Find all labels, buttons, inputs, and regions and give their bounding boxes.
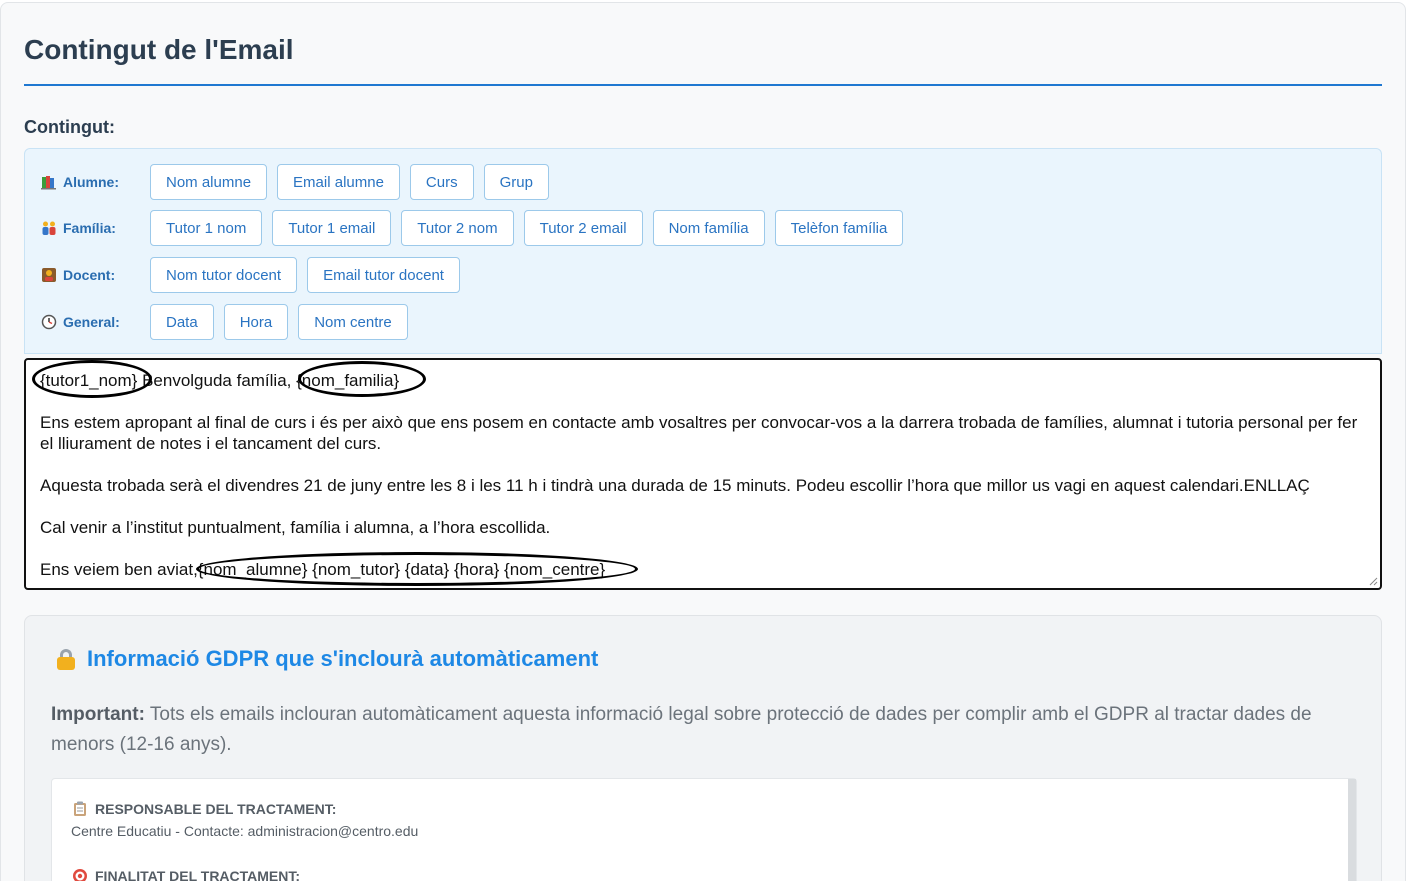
gdpr-section-finalitat: FINALITAT DEL TRACTAMENT: — [72, 868, 300, 881]
insert-data-button[interactable]: Data — [150, 304, 214, 340]
docent-buttons: Nom tutor docent Email tutor docent — [150, 257, 460, 293]
general-buttons: Data Hora Nom centre — [150, 304, 408, 340]
editor-line-intro: Ens estem apropant al final de curs i és… — [40, 413, 1358, 453]
editor-line-meeting: Aquesta trobada serà el divendres 21 de … — [40, 476, 1310, 495]
alumne-buttons: Nom alumne Email alumne Curs Grup — [150, 164, 549, 200]
resize-handle-icon[interactable] — [1368, 576, 1378, 586]
clock-icon — [41, 314, 57, 330]
teacher-icon — [41, 267, 57, 283]
group-label-general: General: — [63, 314, 120, 330]
clipboard-icon — [72, 801, 88, 817]
group-label-docent: Docent: — [63, 267, 116, 283]
group-label-alumne: Alumne: — [63, 174, 119, 190]
content-label: Contingut: — [24, 117, 115, 137]
insert-email-tutor-docent-button[interactable]: Email tutor docent — [307, 257, 460, 293]
gdpr-section-responsable: RESPONSABLE DEL TRACTAMENT: — [72, 801, 336, 817]
insert-telefon-familia-button[interactable]: Telèfon família — [774, 210, 904, 246]
insert-tutor1-nom-button[interactable]: Tutor 1 nom — [150, 210, 263, 246]
books-icon — [41, 174, 57, 190]
editor-line-closing: Ens veiem ben aviat,{nom_alumne} {nom_tu… — [40, 560, 606, 579]
gdpr-info-card: Informació GDPR que s'inclourà automàtic… — [24, 615, 1382, 881]
gdpr-title: Informació GDPR que s'inclourà automàtic… — [87, 646, 599, 671]
familia-buttons: Tutor 1 nom Tutor 1 email Tutor 2 nom Tu… — [150, 210, 904, 246]
page-title: Contingut de l'Email — [24, 34, 294, 65]
lock-icon — [55, 648, 77, 670]
insert-tutor1-email-button[interactable]: Tutor 1 email — [272, 210, 392, 246]
insert-tutor2-nom-button[interactable]: Tutor 2 nom — [401, 210, 514, 246]
insert-nom-alumne-button[interactable]: Nom alumne — [150, 164, 268, 200]
insert-curs-button[interactable]: Curs — [409, 164, 474, 200]
variable-panel: Alumne: Nom alumne Email alumne Curs Gru… — [24, 148, 1382, 354]
group-label-familia: Família: — [63, 220, 116, 236]
insert-email-alumne-button[interactable]: Email alumne — [277, 164, 400, 200]
email-content-textarea[interactable]: {tutor1_nom} Benvolguda família, {nom_fa… — [24, 358, 1382, 590]
gdpr-responsable-text: Centre Educatiu - Contacte: administraci… — [71, 823, 419, 839]
insert-grup-button[interactable]: Grup — [483, 164, 549, 200]
editor-line-punctuality: Cal venir a l’institut puntualment, famí… — [40, 518, 551, 537]
target-icon — [72, 868, 88, 881]
gdpr-details-box: RESPONSABLE DEL TRACTAMENT: Centre Educa… — [51, 778, 1357, 881]
editor-line-greeting: {tutor1_nom} Benvolguda família, {nom_fa… — [40, 371, 400, 390]
insert-nom-familia-button[interactable]: Nom família — [652, 210, 765, 246]
gdpr-scrollbar[interactable] — [1348, 779, 1356, 881]
insert-nom-centre-button[interactable]: Nom centre — [298, 304, 408, 340]
insert-hora-button[interactable]: Hora — [223, 304, 289, 340]
gdpr-intro: Important: Tots els emails inclouran aut… — [51, 704, 1312, 755]
title-divider — [24, 84, 1382, 86]
family-icon — [41, 220, 57, 236]
insert-tutor2-email-button[interactable]: Tutor 2 email — [523, 210, 643, 246]
insert-nom-tutor-docent-button[interactable]: Nom tutor docent — [150, 257, 298, 293]
